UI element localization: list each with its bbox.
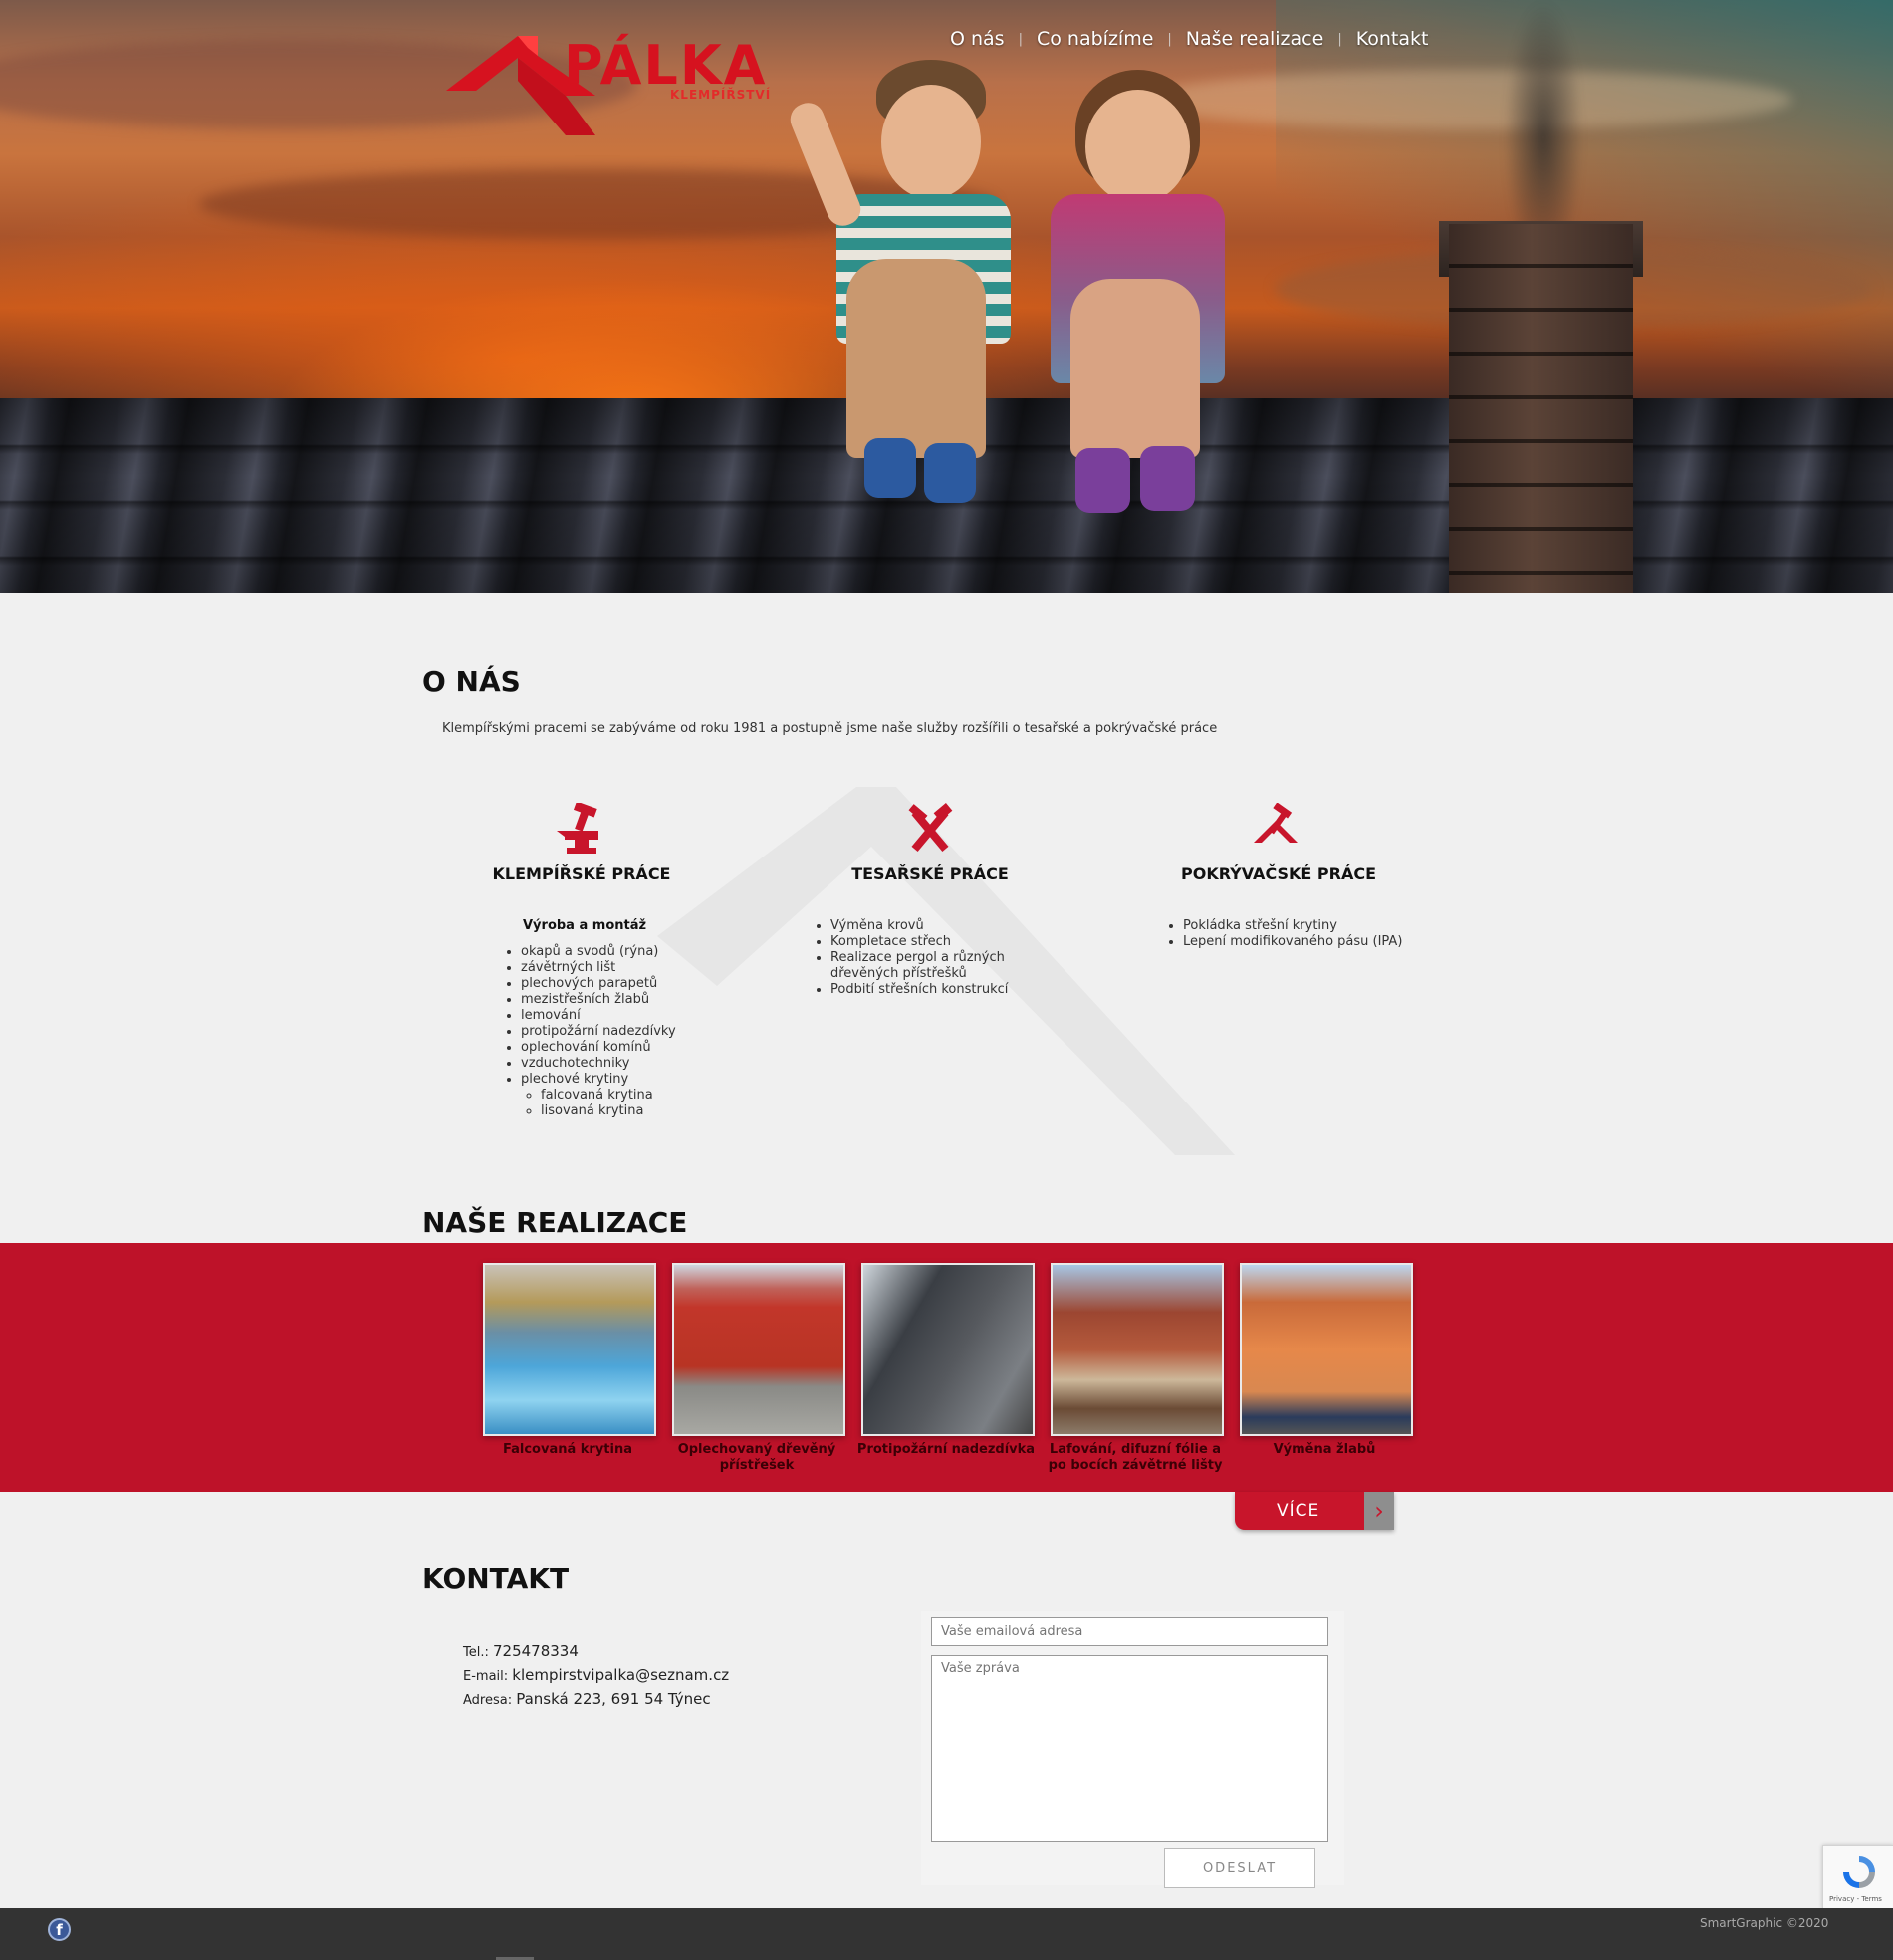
chimney <box>1449 224 1633 593</box>
list-item: okapů a svodů (rýna) <box>521 944 676 960</box>
list-item: mezistřešních žlabů <box>521 992 676 1008</box>
more-button-label: VÍCE <box>1277 1501 1320 1521</box>
facebook-icon[interactable]: f <box>48 1918 71 1941</box>
project-thumbnail-pristresek[interactable] <box>672 1263 845 1436</box>
sub-list: falcovaná krytina lisovaná krytina <box>521 1088 676 1119</box>
service-title: KLEMPÍŘSKÉ PRÁCE <box>492 864 671 883</box>
chevron-right-icon: › <box>1364 1492 1394 1530</box>
copyright: SmartGraphic ©2020 <box>1700 1916 1829 1930</box>
service-klempirske: KLEMPÍŘSKÉ PRÁCE <box>466 803 697 883</box>
hero-banner <box>0 0 1893 593</box>
service-title: POKRÝVAČSKÉ PRÁCE <box>1181 864 1376 883</box>
project-caption: Výměna žlabů <box>1273 1442 1376 1457</box>
list-item: Kompletace střech <box>830 934 1040 950</box>
send-button[interactable]: ODESLAT <box>1164 1848 1315 1888</box>
more-projects-button[interactable]: VÍCE › <box>1235 1492 1394 1530</box>
project-caption: Oplechovaný dřevěný přístřešek <box>677 1442 836 1473</box>
girl-legs <box>1070 279 1200 458</box>
address-label: Adresa: <box>463 1693 513 1708</box>
tesarske-list: Výměna krovů Kompletace střech Realizace… <box>817 918 1040 998</box>
about-intro: Klempířskými pracemi se zabýváme od roku… <box>442 721 1218 736</box>
list-item: Realizace pergol a různých dřevěných pří… <box>830 950 1040 982</box>
section-title-o-nas: O NÁS <box>422 665 521 698</box>
phone-label: Tel.: <box>463 1645 489 1660</box>
nav-kontakt[interactable]: Kontakt <box>1356 28 1429 50</box>
logo-subtitle: KLEMPÍŘSTVÍ <box>670 88 772 102</box>
boy-figure <box>785 60 1016 528</box>
project-caption: Lafování, difuzní fólie a po bocích závě… <box>1048 1442 1223 1473</box>
list-item: závětrných lišt <box>521 960 676 976</box>
section-title-realizace: NAŠE REALIZACE <box>422 1206 688 1239</box>
nav-separator: | <box>1167 31 1172 47</box>
project-thumbnail-nadezdivka[interactable] <box>861 1263 1035 1436</box>
list-item-text: plechové krytiny <box>521 1072 629 1087</box>
list-item: vzduchotechniky <box>521 1056 676 1072</box>
boy-head <box>881 85 981 199</box>
nav-co-nabizime[interactable]: Co nabízíme <box>1037 28 1153 50</box>
nav-separator: | <box>1018 31 1023 47</box>
girl-shoe-left <box>1075 448 1130 513</box>
boy-shoe-left <box>864 438 916 498</box>
boy-shoe-right <box>924 443 976 503</box>
list-item: plechové krytiny falcovaná krytina lisov… <box>521 1072 676 1119</box>
phone-value: 725478334 <box>493 1642 579 1660</box>
project-thumbnail-lafovani[interactable] <box>1051 1263 1224 1436</box>
contact-address: Adresa: Panská 223, 691 54 Týnec <box>463 1690 711 1708</box>
list-item: Lepení modifikovaného pásu (IPA) <box>1183 934 1402 950</box>
address-value: Panská 223, 691 54 Týnec <box>516 1690 711 1708</box>
service-tesarske: TESAŘSKÉ PRÁCE <box>815 803 1046 883</box>
contact-phone: Tel.: 725478334 <box>463 1642 579 1660</box>
list-item: Pokládka střešní krytiny <box>1183 918 1402 934</box>
anvil-hammer-icon <box>466 803 697 858</box>
girl-head <box>1085 90 1190 204</box>
pokryvacske-list: Pokládka střešní krytiny Lepení modifiko… <box>1169 918 1402 950</box>
recaptcha-terms[interactable]: Privacy - Terms <box>1829 1895 1882 1903</box>
project-thumbnail-falcovana[interactable] <box>483 1263 656 1436</box>
service-subhead: Výroba a montáž <box>523 918 647 933</box>
recaptcha-icon <box>1843 1856 1875 1888</box>
girl-shoe-right <box>1140 446 1195 511</box>
list-item: Podbití střešních konstrukcí <box>830 982 1040 998</box>
nav-o-nas[interactable]: O nás <box>950 28 1005 50</box>
email-value[interactable]: klempirstvipalka@seznam.cz <box>512 1666 729 1684</box>
list-item: protipožární nadezdívky <box>521 1024 676 1040</box>
nav-nase-realizace[interactable]: Naše realizace <box>1186 28 1324 50</box>
contact-email: E-mail: klempirstvipalka@seznam.cz <box>463 1666 729 1684</box>
chimney-smoke <box>1504 0 1583 229</box>
project-caption: Protipožární nadezdívka <box>856 1442 1036 1457</box>
email-field[interactable] <box>931 1617 1328 1646</box>
site-footer <box>0 1908 1893 1960</box>
service-pokryvacske: POKRÝVAČSKÉ PRÁCE <box>1163 803 1394 883</box>
sub-list-item: falcovaná krytina <box>541 1088 676 1103</box>
list-item: lemování <box>521 1008 676 1024</box>
recaptcha-badge[interactable]: Privacy - Terms <box>1822 1845 1893 1909</box>
main-nav: O nás | Co nabízíme | Naše realizace | K… <box>950 28 1428 50</box>
list-item: Výměna krovů <box>830 918 1040 934</box>
list-item: oplechování komínů <box>521 1040 676 1056</box>
service-title: TESAŘSKÉ PRÁCE <box>851 864 1009 883</box>
sub-list-item: lisovaná krytina <box>541 1103 676 1119</box>
section-title-kontakt: KONTAKT <box>422 1562 570 1594</box>
roof-hammer-icon <box>1163 803 1394 858</box>
klempirske-list: okapů a svodů (rýna) závětrných lišt ple… <box>507 944 676 1119</box>
crossed-tools-icon <box>815 803 1046 858</box>
girl-figure <box>1026 70 1245 538</box>
project-thumbnail-vymena-zlabu[interactable] <box>1240 1263 1413 1436</box>
site-logo[interactable]: PÁLKA KLEMPÍŘSTVÍ <box>446 34 795 139</box>
list-item: plechových parapetů <box>521 976 676 992</box>
nav-separator: | <box>1337 31 1342 47</box>
boy-legs <box>846 259 986 458</box>
email-label: E-mail: <box>463 1669 509 1684</box>
project-caption: Falcovaná krytina <box>502 1442 632 1457</box>
message-field[interactable] <box>931 1655 1328 1842</box>
